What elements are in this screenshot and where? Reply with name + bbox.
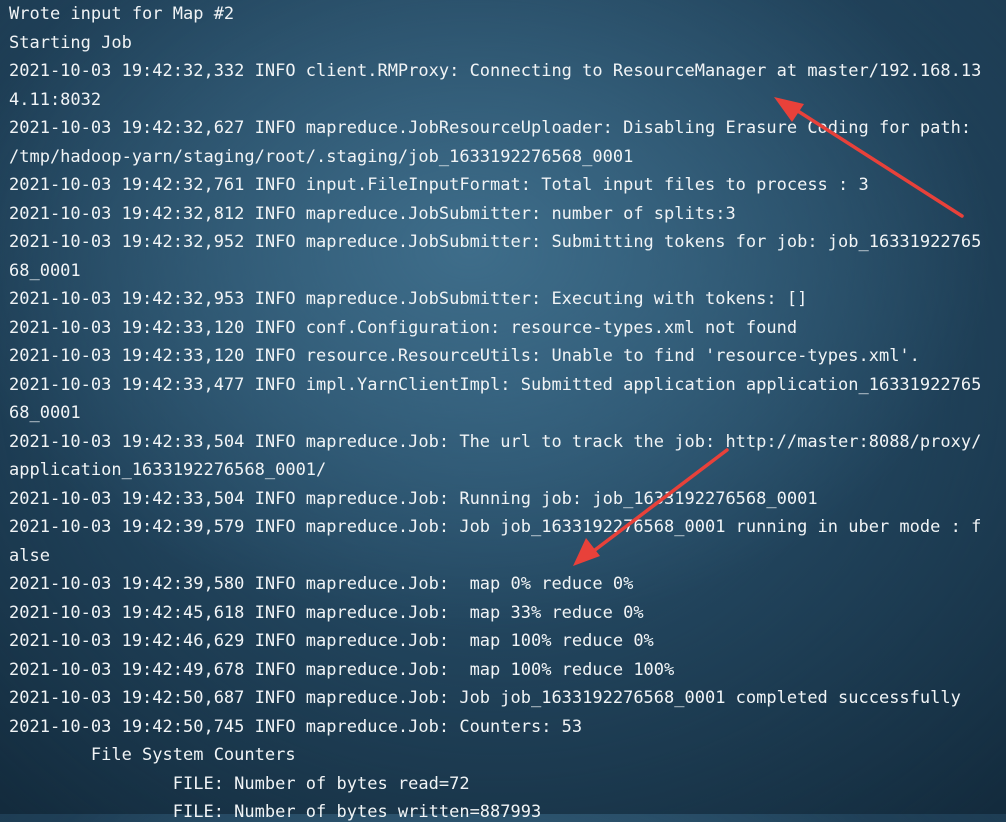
terminal-line: File System Counters — [9, 745, 296, 765]
terminal-line: FILE: Number of bytes read=72 — [9, 774, 470, 794]
terminal-line: 2021-10-03 19:42:32,761 INFO input.FileI… — [9, 175, 869, 195]
terminal-line: alse — [9, 546, 50, 566]
terminal-line: 68_0001 — [9, 261, 81, 281]
terminal-line: 2021-10-03 19:42:33,477 INFO impl.YarnCl… — [9, 375, 982, 395]
terminal-line: 2021-10-03 19:42:49,678 INFO mapreduce.J… — [9, 660, 675, 680]
terminal-line: FILE: Number of bytes written=887993 — [9, 802, 542, 822]
terminal-line: 2021-10-03 19:42:32,627 INFO mapreduce.J… — [9, 118, 972, 138]
terminal-line: 2021-10-03 19:42:33,504 INFO mapreduce.J… — [9, 432, 982, 452]
terminal-line: 2021-10-03 19:42:32,332 INFO client.RMPr… — [9, 61, 982, 81]
terminal-line: 4.11:8032 — [9, 90, 102, 110]
terminal-line: 2021-10-03 19:42:32,812 INFO mapreduce.J… — [9, 204, 736, 224]
terminal-line: 2021-10-03 19:42:33,120 INFO resource.Re… — [9, 346, 920, 366]
terminal-line: Wrote input for Map #2 — [9, 4, 235, 24]
terminal-line: 2021-10-03 19:42:45,618 INFO mapreduce.J… — [9, 603, 644, 623]
terminal-line: 2021-10-03 19:42:50,745 INFO mapreduce.J… — [9, 717, 583, 737]
terminal-line: application_1633192276568_0001/ — [9, 460, 327, 480]
terminal-line: 2021-10-03 19:42:39,580 INFO mapreduce.J… — [9, 574, 634, 594]
terminal-line: 2021-10-03 19:42:46,629 INFO mapreduce.J… — [9, 631, 654, 651]
terminal-output: Wrote input for Map #2 Starting Job 2021… — [0, 0, 1006, 822]
terminal-line: 2021-10-03 19:42:39,579 INFO mapreduce.J… — [9, 517, 982, 537]
terminal-line: /tmp/hadoop-yarn/staging/root/.staging/j… — [9, 147, 634, 167]
terminal-line: 2021-10-03 19:42:32,953 INFO mapreduce.J… — [9, 289, 808, 309]
terminal-line: 68_0001 — [9, 403, 81, 423]
terminal-line: Starting Job — [9, 33, 132, 53]
terminal-line: 2021-10-03 19:42:33,504 INFO mapreduce.J… — [9, 489, 818, 509]
terminal-line: 2021-10-03 19:42:32,952 INFO mapreduce.J… — [9, 232, 982, 252]
terminal-line: 2021-10-03 19:42:50,687 INFO mapreduce.J… — [9, 688, 961, 708]
terminal-line: 2021-10-03 19:42:33,120 INFO conf.Config… — [9, 318, 798, 338]
